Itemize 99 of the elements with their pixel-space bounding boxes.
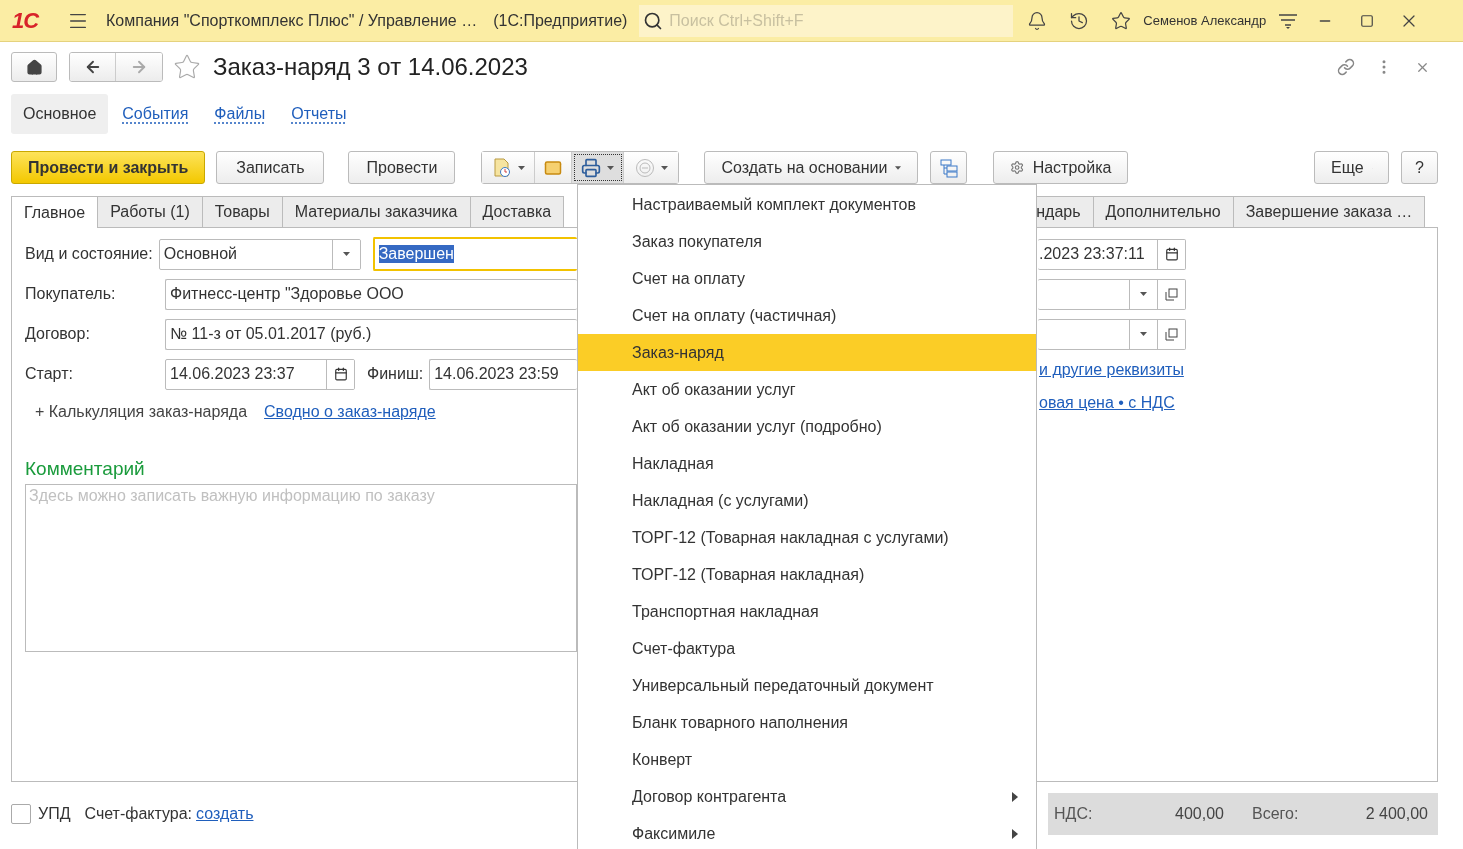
kind-select[interactable]: Основной xyxy=(158,238,361,270)
menu-item[interactable]: Транспортная накладная xyxy=(578,593,1036,630)
form-tab[interactable]: Завершение заказа … xyxy=(1232,196,1426,228)
user-name[interactable]: Семенов Александр xyxy=(1143,13,1267,28)
select-field[interactable] xyxy=(1038,278,1186,310)
details-link[interactable]: и другие реквизиты xyxy=(1039,361,1184,379)
form-tab[interactable]: Доставка xyxy=(469,196,565,228)
summary-link[interactable]: Сводно о заказ-наряде xyxy=(264,403,436,421)
comment-heading: Комментарий xyxy=(25,458,146,480)
menu-item[interactable]: Накладная (с услугами) xyxy=(578,482,1036,519)
invoice-label: Счет-фактура: xyxy=(84,805,193,823)
menu-item[interactable]: Заказ-наряд xyxy=(578,334,1036,371)
total-label: НДС: xyxy=(1054,805,1094,823)
checkbox-label: УПД xyxy=(38,805,71,823)
total-value: 2 400,00 xyxy=(1364,805,1428,823)
circle-icon xyxy=(634,157,655,178)
total-value: 400,00 xyxy=(1174,805,1224,823)
field-label: Покупатель: xyxy=(25,285,117,303)
menu-item[interactable]: Бланк товарного наполнения xyxy=(578,704,1036,741)
settings-icon xyxy=(1010,159,1025,176)
menu-item[interactable]: Универсальный передаточный документ xyxy=(578,667,1036,704)
post-and-close-button[interactable]: Провести и закрыть xyxy=(11,151,206,184)
form-tab[interactable]: Товары xyxy=(201,196,283,228)
status-field[interactable]: Завершен xyxy=(372,237,577,271)
field-label: Договор: xyxy=(25,325,91,343)
form-tab[interactable]: Дополнительно xyxy=(1092,196,1234,228)
dropdown-button[interactable] xyxy=(331,239,360,269)
section-tab[interactable]: Основное xyxy=(11,94,109,134)
menu-item[interactable]: Счет-фактура xyxy=(578,630,1036,667)
create-invoice-link[interactable]: создать xyxy=(196,805,254,823)
calendar-icon xyxy=(333,367,348,381)
post-button[interactable]: Провести xyxy=(348,151,456,184)
menu-item[interactable]: ТОРГ-12 (Товарная накладная) xyxy=(578,556,1036,593)
menu-item[interactable]: ТОРГ-12 (Товарная накладная с услугами) xyxy=(578,519,1036,556)
select-field[interactable] xyxy=(1038,318,1186,350)
upd-checkbox[interactable] xyxy=(11,804,31,824)
section-tab[interactable]: Файлы xyxy=(202,94,278,134)
product-name: (1С:Предприятие) xyxy=(493,11,628,30)
window-title: Компания "Спорткомплекс Плюс" / Управление … xyxy=(106,11,478,30)
field-label: Старт: xyxy=(25,365,74,383)
menu-item[interactable]: Акт об оказании услуг xyxy=(578,371,1036,408)
menu-item[interactable]: Акт об оказании услуг (подробно) xyxy=(578,408,1036,445)
caret-icon xyxy=(1140,292,1147,296)
caret-icon xyxy=(660,165,668,170)
settings-button[interactable]: Настройка xyxy=(993,151,1129,184)
mail-button[interactable] xyxy=(535,152,573,183)
menu-item[interactable]: Факсимиле xyxy=(578,815,1036,849)
form-tab[interactable]: Материалы заказчика xyxy=(281,196,471,228)
menu-item[interactable]: Счет на оплату xyxy=(578,260,1036,297)
open-button[interactable] xyxy=(1157,279,1185,309)
caret-icon xyxy=(517,165,525,170)
start-date-field[interactable]: 14.06.2023 23:37 xyxy=(165,358,355,390)
calendar-button[interactable] xyxy=(326,359,354,389)
structure-button[interactable] xyxy=(930,151,968,184)
open-icon xyxy=(1165,287,1178,301)
finish-date-field[interactable]: 14.06.2023 23:59 xyxy=(429,358,577,390)
app-logo: 1С xyxy=(12,7,40,34)
home-button[interactable] xyxy=(11,52,57,82)
menu-item[interactable]: Договор контрагента xyxy=(578,778,1036,815)
home-icon xyxy=(25,58,43,76)
submenu-arrow-icon xyxy=(1012,791,1018,802)
total-label: Всего: xyxy=(1252,805,1300,823)
section-tab[interactable]: Отчеты xyxy=(279,94,359,134)
form-tab[interactable]: Работы (1) xyxy=(97,196,203,228)
date-field[interactable]: .2023 23:37:11 xyxy=(1038,238,1186,270)
caret-icon xyxy=(607,165,615,170)
forward-arrow-icon xyxy=(130,58,148,76)
caret-icon xyxy=(342,252,350,256)
document-clock-icon xyxy=(491,157,512,178)
price-link[interactable]: овая цена • с НДС xyxy=(1039,394,1175,412)
field-label: Финиш: xyxy=(367,365,424,383)
create-based-on-button[interactable]: Создать на основании xyxy=(704,151,919,184)
printer-icon xyxy=(581,157,602,178)
back-button[interactable] xyxy=(70,53,116,81)
menu-item[interactable]: Накладная xyxy=(578,445,1036,482)
menu-item[interactable]: Счет на оплату (частичная) xyxy=(578,297,1036,334)
print-button[interactable] xyxy=(572,152,625,183)
help-button[interactable]: ? xyxy=(1401,151,1438,184)
customer-field[interactable]: Фитнесс-центр "Здоровье ООО xyxy=(165,278,577,310)
save-button[interactable]: Записать xyxy=(216,151,325,184)
calendar-icon xyxy=(1164,247,1179,261)
hierarchy-icon xyxy=(938,157,959,178)
caret-icon xyxy=(895,165,902,170)
search-icon xyxy=(643,10,664,31)
open-icon xyxy=(1165,327,1178,341)
calendar-button[interactable] xyxy=(1157,239,1185,269)
document-dropdown-button[interactable] xyxy=(482,152,536,183)
document-title: Заказ-наряд 3 от 14.06.2023 xyxy=(213,53,528,81)
contract-field[interactable]: № 11-з от 05.01.2017 (руб.) xyxy=(165,318,577,350)
more-button[interactable]: Еще xyxy=(1314,151,1389,184)
form-tab[interactable]: Главное xyxy=(11,196,99,228)
open-button[interactable] xyxy=(1157,319,1185,349)
comment-field[interactable]: Здесь можно записать важную информацию по заказу xyxy=(25,484,577,652)
field-label: Вид и состояние: xyxy=(25,245,153,263)
menu-item[interactable]: Конверт xyxy=(578,741,1036,778)
calculation-toggle[interactable]: + Калькуляция заказ-наряда xyxy=(35,403,248,421)
section-tab[interactable]: События xyxy=(110,94,201,134)
caret-icon xyxy=(1140,332,1147,336)
submenu-arrow-icon xyxy=(1012,828,1018,839)
